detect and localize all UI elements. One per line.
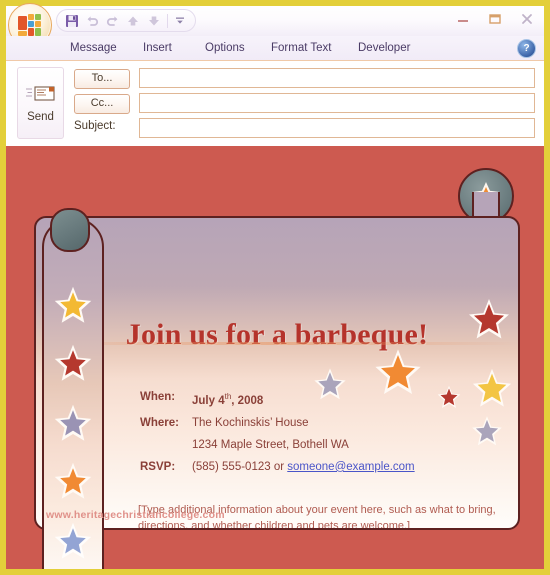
where-label: Where:	[140, 416, 179, 429]
star-icon-strip-red	[54, 344, 92, 381]
compose-header: Send To... Cc... Subject:	[6, 61, 544, 147]
star-icon-strip-gray	[54, 404, 92, 441]
quick-access-toolbar	[56, 9, 196, 32]
tab-insert[interactable]: Insert	[134, 38, 181, 58]
star-icon-strip-yellow	[54, 286, 92, 323]
star-icon-red-large	[469, 299, 509, 339]
detail-row-where: Where: The Kochinskis’ House	[140, 412, 415, 434]
next-item-icon	[145, 12, 163, 30]
customize-toolbar-icon[interactable]	[171, 12, 189, 30]
when-value: July 4th, 2008	[192, 392, 264, 407]
cc-button[interactable]: Cc...	[74, 94, 130, 114]
to-button[interactable]: To...	[74, 69, 130, 89]
rsvp-label: RSVP:	[140, 460, 176, 473]
watermark: www.heritagechristiancollege.com	[46, 509, 225, 521]
redo-icon	[104, 12, 122, 30]
tab-developer[interactable]: Developer	[349, 38, 419, 58]
invitation-details: When: July 4th, 2008 Where: The Kochinsk…	[140, 386, 415, 478]
subject-input[interactable]	[139, 118, 535, 138]
subject-label: Subject:	[74, 120, 116, 132]
tab-options[interactable]: Options	[196, 38, 254, 58]
rsvp-value: (585) 555-0123 or someone@example.com	[192, 460, 415, 473]
minimize-button[interactable]	[452, 10, 474, 28]
where-value: The Kochinskis’ House	[192, 416, 309, 429]
ribbon-tab-bar: Message Insert Options Format Text Devel…	[6, 36, 544, 61]
previous-item-icon	[125, 12, 143, 30]
where-address: 1234 Maple Street, Bothell WA	[192, 438, 349, 451]
undo-icon	[84, 12, 102, 30]
star-icon-strip-orange	[54, 462, 92, 499]
save-icon[interactable]	[63, 12, 81, 30]
scroll-curl	[50, 208, 90, 252]
send-button[interactable]: Send	[17, 67, 64, 139]
star-icon-orange-large	[375, 349, 421, 395]
send-label: Send	[27, 111, 54, 123]
maximize-button[interactable]	[484, 10, 506, 28]
help-icon[interactable]: ?	[517, 39, 536, 58]
rsvp-email-link[interactable]: someone@example.com	[287, 461, 414, 473]
star-icon-yellow	[472, 368, 512, 407]
star-icon-gray-small	[314, 368, 346, 400]
tab-message[interactable]: Message	[61, 38, 126, 58]
when-label: When:	[140, 391, 176, 403]
outlook-compose-window: Message Insert Options Format Text Devel…	[0, 0, 550, 575]
detail-row-address: 1234 Maple Street, Bothell WA	[140, 434, 415, 456]
close-button[interactable]	[516, 10, 538, 28]
office-orb-icon	[18, 14, 42, 36]
star-icon-gray-bottom	[472, 416, 502, 446]
to-input[interactable]	[139, 68, 535, 88]
tab-format-text[interactable]: Format Text	[262, 38, 341, 58]
detail-row-rsvp: RSVP: (585) 555-0123 or someone@example.…	[140, 456, 415, 478]
invitation-title: Join us for a barbeque!	[125, 318, 429, 351]
title-bar	[6, 3, 544, 47]
window-controls	[452, 10, 538, 28]
envelope-icon	[25, 86, 55, 101]
address-spacer	[140, 434, 192, 456]
invitation-card: Join us for a barbeque! When: July 4th, …	[34, 216, 520, 530]
cc-input[interactable]	[139, 93, 535, 113]
toolbar-divider	[166, 13, 168, 28]
message-body[interactable]: Join us for a barbeque! When: July 4th, …	[6, 146, 544, 569]
star-icon-strip-blue	[54, 522, 92, 559]
star-icon-red-small	[437, 385, 461, 409]
